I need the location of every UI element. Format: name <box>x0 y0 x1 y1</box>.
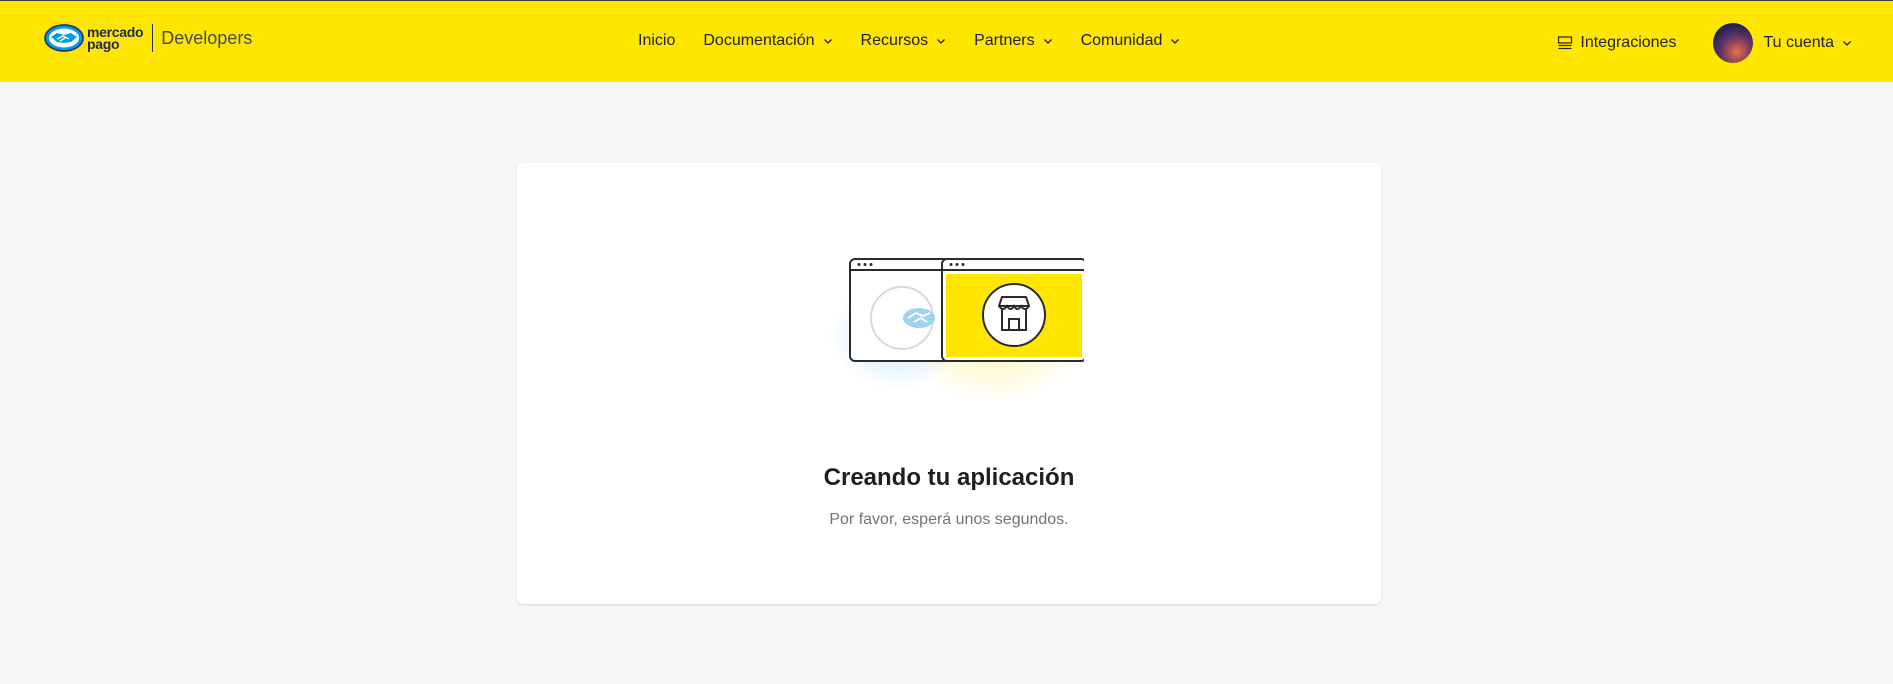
product-name: Developers <box>161 27 253 48</box>
chevron-down-icon <box>1843 41 1851 46</box>
handshake-logo-icon <box>44 24 84 52</box>
nav-item-documentacion[interactable]: Documentación <box>703 32 832 50</box>
top-header: mercado pago Developers Inicio Documenta… <box>0 1 1893 82</box>
chevron-down-icon <box>1043 39 1052 44</box>
nav-item-recursos[interactable]: Recursos <box>861 32 947 50</box>
page-title: Creando tu aplicación <box>823 464 1075 491</box>
nav-item-comunidad[interactable]: Comunidad <box>1081 32 1181 50</box>
logo-divider <box>152 24 154 52</box>
chevron-down-icon <box>1171 39 1180 44</box>
store-window-icon <box>941 258 1084 362</box>
page-subtitle: Por favor, esperá unos segundos. <box>829 511 1069 528</box>
brand-wordmark: mercado pago <box>87 25 144 52</box>
integrations-link[interactable]: Integraciones <box>1557 34 1676 52</box>
nav-item-label: Inicio <box>638 32 676 49</box>
nav-item-inicio[interactable]: Inicio <box>638 32 675 50</box>
handshake-icon <box>903 308 935 328</box>
integrations-label: Integraciones <box>1580 34 1677 51</box>
header-right-area: Integraciones Tu cuenta <box>1557 23 1852 63</box>
chevron-down-icon <box>937 39 946 44</box>
account-label: Tu cuenta <box>1763 34 1834 51</box>
nav-item-partners[interactable]: Partners <box>974 32 1052 50</box>
nav-item-label: Recursos <box>860 32 929 49</box>
brand-line-2: pago <box>87 36 120 52</box>
account-menu[interactable]: Tu cuenta <box>1713 23 1852 63</box>
main-nav: Inicio Documentación Recursos Partners C… <box>638 32 1208 50</box>
nav-item-label: Comunidad <box>1080 32 1163 49</box>
creating-app-card: Creando tu aplicación Por favor, esperá … <box>517 163 1381 604</box>
nav-item-label: Partners <box>974 32 1035 49</box>
creating-app-illustration <box>829 258 1084 403</box>
nav-item-label: Documentación <box>703 32 815 49</box>
chevron-down-icon <box>823 39 832 44</box>
avatar <box>1713 23 1754 63</box>
mercadopago-developers-logo[interactable]: mercado pago Developers <box>44 23 252 53</box>
integrations-icon <box>1558 36 1573 50</box>
